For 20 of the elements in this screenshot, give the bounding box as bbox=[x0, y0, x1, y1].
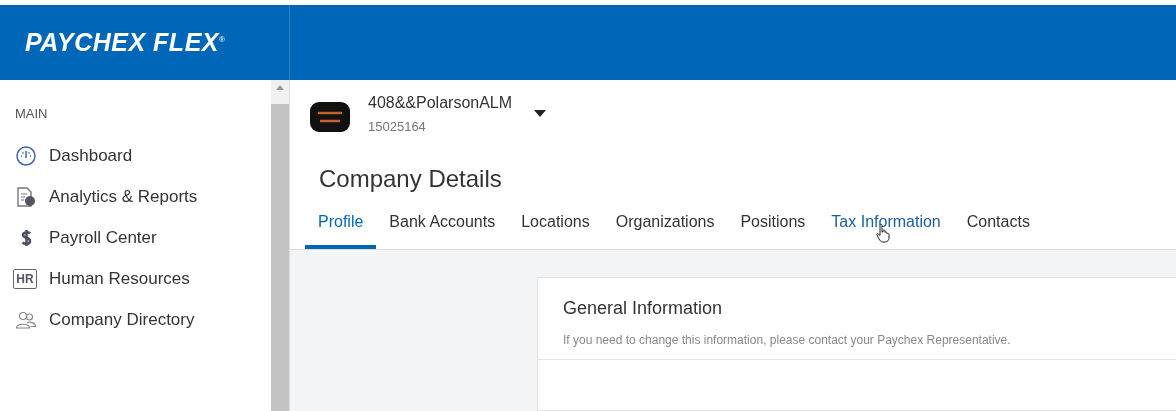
scroll-up-icon[interactable] bbox=[276, 84, 284, 90]
info-note: If you need to change this information, please contact your Paychex Representative. bbox=[538, 333, 1176, 360]
gauge-icon bbox=[15, 144, 37, 167]
company-name: 408&&PolarsonALM bbox=[368, 94, 513, 112]
report-icon bbox=[15, 185, 37, 208]
scrollbar[interactable] bbox=[271, 80, 289, 411]
tab[interactable]: Positions bbox=[727, 207, 819, 249]
tab[interactable]: Organizations bbox=[602, 207, 728, 249]
company-id: 15025164 bbox=[368, 119, 427, 134]
company-logo-icon bbox=[310, 102, 350, 132]
tab[interactable]: Contacts bbox=[953, 207, 1043, 249]
logo[interactable]: PAYCHEX FLEX$^{®}$ bbox=[25, 28, 226, 57]
tab[interactable]: Tax Information bbox=[818, 207, 954, 249]
tab[interactable]: Locations bbox=[508, 207, 603, 249]
tab[interactable]: Bank Accounts bbox=[376, 207, 509, 249]
card-title: General Information bbox=[563, 298, 724, 319]
caret-icon[interactable] bbox=[534, 110, 547, 118]
section-label: MAIN bbox=[15, 106, 49, 121]
hr-icon: HR bbox=[13, 268, 37, 289]
page-title: Company Details bbox=[318, 165, 503, 193]
